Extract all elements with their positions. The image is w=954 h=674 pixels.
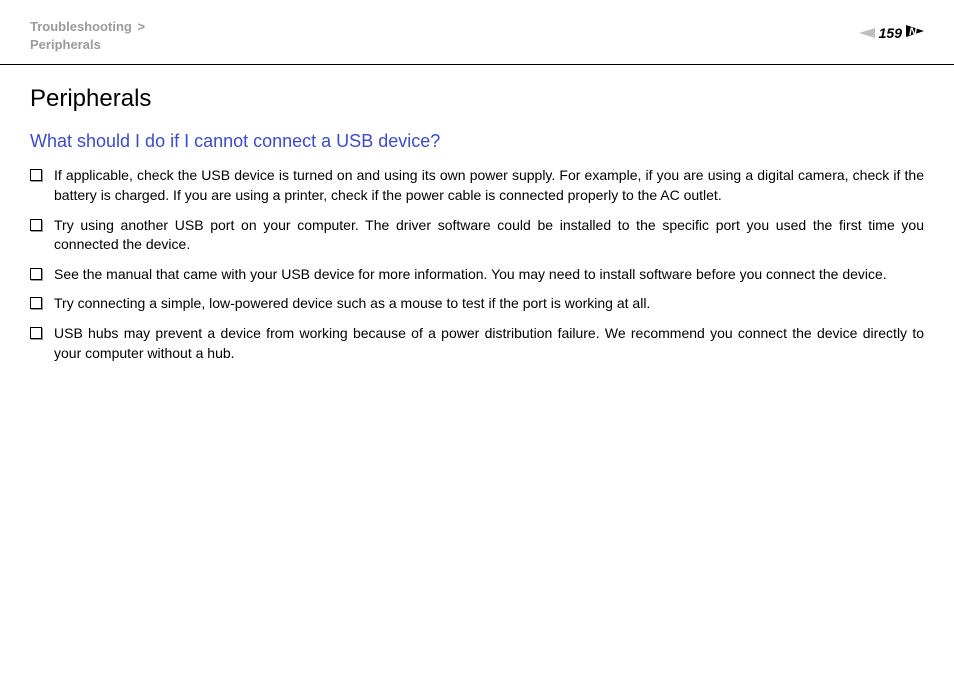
section-heading: What should I do if I cannot connect a U… <box>30 131 924 152</box>
page-content: Peripherals What should I do if I cannot… <box>0 65 954 403</box>
list-item: USB hubs may prevent a device from worki… <box>30 324 924 363</box>
page-number: 159 <box>879 25 902 41</box>
bullet-marker-icon <box>30 297 42 309</box>
bullet-marker-icon <box>30 169 42 181</box>
page-title: Peripherals <box>30 85 924 113</box>
bullet-marker-icon <box>30 327 42 339</box>
list-item: Try connecting a simple, low-powered dev… <box>30 294 924 314</box>
bullet-text: USB hubs may prevent a device from worki… <box>54 324 924 363</box>
page-suffix: N <box>906 24 924 42</box>
list-item: Try using another USB port on your compu… <box>30 216 924 255</box>
bullet-marker-icon <box>30 268 42 280</box>
breadcrumb-parent: Troubleshooting <box>30 19 132 34</box>
list-item: If applicable, check the USB device is t… <box>30 166 924 205</box>
page-header: Troubleshooting > Peripherals 159 N <box>0 0 954 65</box>
bullet-text: Try using another USB port on your compu… <box>54 216 924 255</box>
bullet-text: If applicable, check the USB device is t… <box>54 166 924 205</box>
breadcrumb-separator: > <box>137 19 145 34</box>
prev-page-arrow-icon[interactable] <box>859 28 875 38</box>
breadcrumb: Troubleshooting > Peripherals <box>30 18 145 54</box>
bullet-text: Try connecting a simple, low-powered dev… <box>54 294 924 314</box>
bullet-text: See the manual that came with your USB d… <box>54 265 924 285</box>
bullet-marker-icon <box>30 219 42 231</box>
list-item: See the manual that came with your USB d… <box>30 265 924 285</box>
bullet-list: If applicable, check the USB device is t… <box>30 166 924 363</box>
breadcrumb-current: Peripherals <box>30 36 145 54</box>
page-navigation: 159 N <box>859 24 924 42</box>
svg-text:N: N <box>909 26 918 37</box>
